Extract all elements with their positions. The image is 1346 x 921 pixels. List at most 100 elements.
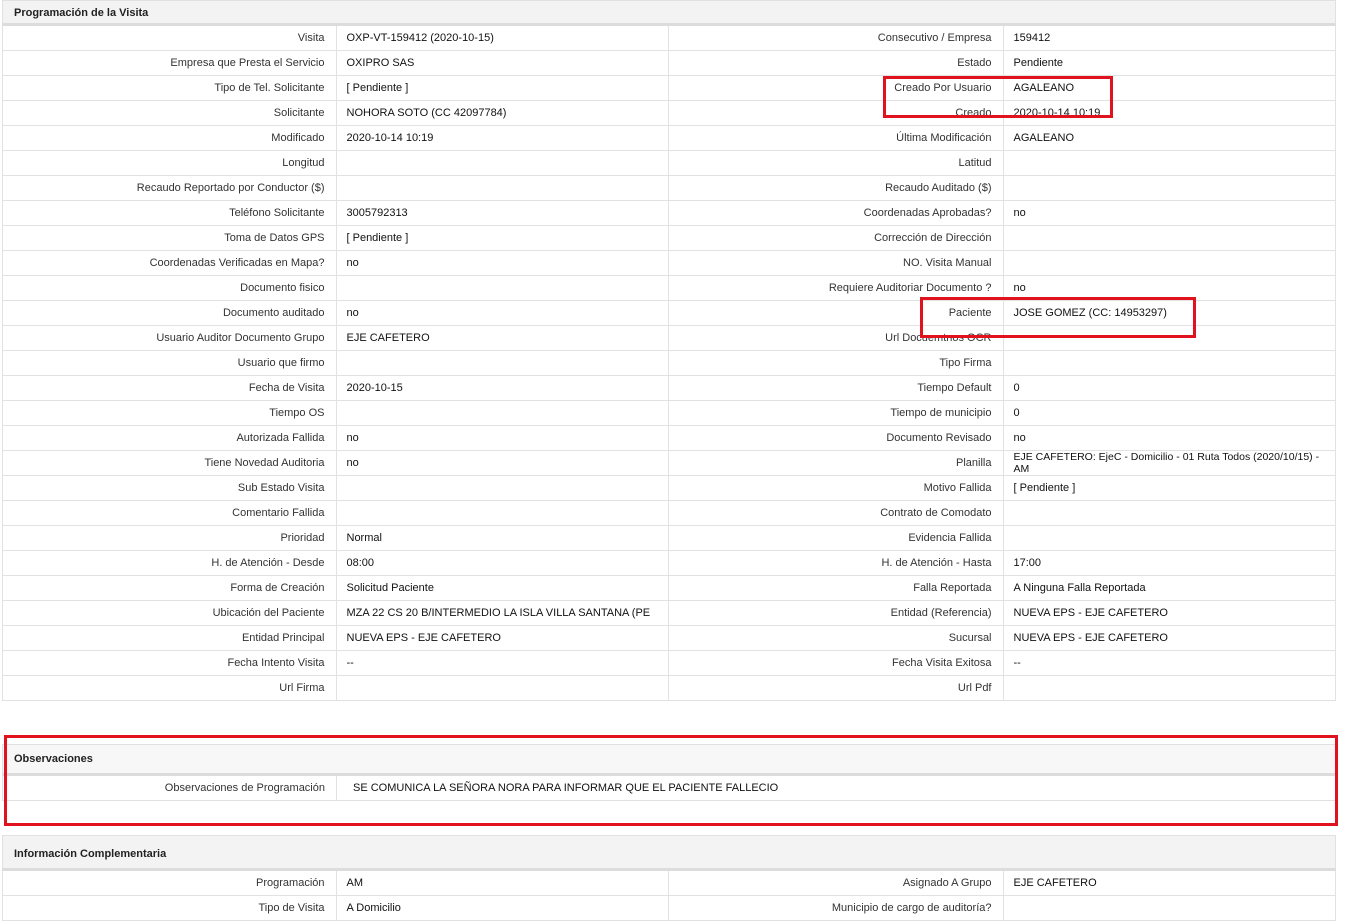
field-label: H. de Atención - Desde xyxy=(3,551,336,575)
field-value xyxy=(335,401,669,425)
observaciones-panel: Observaciones Observaciones de Programac… xyxy=(2,744,1336,801)
field-label: Tiempo OS xyxy=(3,401,336,425)
field-value xyxy=(1002,151,1336,175)
field-label: Teléfono Solicitante xyxy=(3,201,336,225)
field-label: Toma de Datos GPS xyxy=(3,226,336,250)
field-label: Visita xyxy=(3,26,336,50)
field-label: Estado xyxy=(957,57,992,69)
table-row: Solicitante NOHORA SOTO (CC 42097784) Crea… xyxy=(3,101,1335,126)
table-row: Ubicación del Paciente MZA 22 CS 20 B/INT… xyxy=(3,601,1335,626)
field-label: Longitud xyxy=(3,151,336,175)
field-label: Asignado A Grupo xyxy=(902,877,992,889)
field-label: Corrección de Dirección xyxy=(874,232,992,244)
field-label: Sucursal xyxy=(948,632,992,644)
field-label: Fecha Intento Visita xyxy=(3,651,336,675)
field-value: NUEVA EPS - EJE CAFETERO xyxy=(1002,601,1336,625)
field-label: Prioridad xyxy=(3,526,336,550)
field-value: AGALEANO xyxy=(1002,126,1336,150)
field-value xyxy=(1002,526,1336,550)
field-label: H. de Atención - Hasta xyxy=(881,557,992,569)
field-label: Usuario Auditor Documento Grupo xyxy=(3,326,336,350)
field-label: Entidad (Referencia) xyxy=(890,607,992,619)
table-row: Teléfono Solicitante 3005792313 Coordenada… xyxy=(3,201,1335,226)
table-row: Autorizada Fallida no Documento Revisado no xyxy=(3,426,1335,451)
field-label: Recaudo Reportado por Conductor ($) xyxy=(3,176,336,200)
table-row: Tipo de Tel. Solicitante[ Pendiente ] Cre… xyxy=(3,76,1335,101)
field-label: Fecha de Visita xyxy=(3,376,336,400)
complementaria-grid: Programación AM Asignado A Grupo EJE CAFETE… xyxy=(2,871,1336,921)
field-value xyxy=(1002,251,1336,275)
table-row: Prioridad Normal Evidencia Fallida xyxy=(3,526,1335,551)
field-value: 0 xyxy=(1002,401,1336,425)
programacion-grid: Visita OXP-VT-159412 (2020-10-15) Consecut… xyxy=(2,26,1336,701)
table-row: Sub Estado Visita Motivo Fallida [ Pendien… xyxy=(3,476,1335,501)
observaciones-label: Observaciones de Programación xyxy=(164,782,325,794)
field-value: 08:00 xyxy=(335,551,669,575)
field-value: no xyxy=(335,301,669,325)
field-value: no xyxy=(335,426,669,450)
table-row: Tipo de Visita A Domicilio Municipio de ca… xyxy=(3,896,1335,921)
field-label: Programación xyxy=(3,871,336,895)
table-row: Tiempo OS Tiempo de municipio 0 xyxy=(3,401,1335,426)
section-title-complementaria: Información Complementaria xyxy=(2,835,1336,871)
field-value: OXP-VT-159412 (2020-10-15) xyxy=(335,26,669,50)
field-value: NOHORA SOTO (CC 42097784) xyxy=(335,101,669,125)
field-label: Creado Por Usuario xyxy=(894,82,992,94)
field-label: Forma de Creación xyxy=(3,576,336,600)
table-row: Recaudo Reportado por Conductor ($) Recau… xyxy=(3,176,1335,201)
field-value: AGALEANO xyxy=(1002,76,1336,100)
table-row: Documento fisico Requiere Auditoriar Docu… xyxy=(3,276,1335,301)
field-label: Recaudo Auditado ($) xyxy=(885,182,992,194)
field-label: Documento fisico xyxy=(3,276,336,300)
field-value: 17:00 xyxy=(1002,551,1336,575)
programacion-panel: Programación de la Visita Visita OXP-VT-1… xyxy=(2,0,1336,701)
field-value xyxy=(335,276,669,300)
table-row: Longitud Latitud xyxy=(3,151,1335,176)
table-row: Empresa que Presta el Servicio OXIPRO SAS… xyxy=(3,51,1335,76)
field-value: no xyxy=(1002,201,1336,225)
field-label: Tiempo de municipio xyxy=(890,407,992,419)
table-row: Documento auditado no Paciente JOSE GOMEZ (… xyxy=(3,301,1335,326)
field-value xyxy=(335,176,669,200)
field-label: Creado xyxy=(955,107,992,119)
table-row: Fecha Intento Visita -- Fecha Visita Exito… xyxy=(3,651,1335,676)
field-value xyxy=(1002,176,1336,200)
field-value: Pendiente xyxy=(1002,51,1336,75)
table-row: Coordenadas Verificadas en Mapa? no NO. Vi… xyxy=(3,251,1335,276)
field-value: [ Pendiente ] xyxy=(335,76,669,100)
section-title-programacion: Programación de la Visita xyxy=(2,0,1336,26)
field-value: 3005792313 xyxy=(335,201,669,225)
section-title-observaciones: Observaciones xyxy=(2,744,1336,776)
field-label: Latitud xyxy=(958,157,992,169)
table-row: Modificado 2020-10-14 10:19 Última Modific… xyxy=(3,126,1335,151)
table-row: Usuario Auditor Documento Grupo EJE CAFET… xyxy=(3,326,1335,351)
field-label: Entidad Principal xyxy=(3,626,336,650)
field-value: NUEVA EPS - EJE CAFETERO xyxy=(1002,626,1336,650)
field-value: no xyxy=(1002,426,1336,450)
table-row: Visita OXP-VT-159412 (2020-10-15) Consecut… xyxy=(3,26,1335,51)
field-label: Fecha Visita Exitosa xyxy=(892,657,992,669)
field-label: NO. Visita Manual xyxy=(903,257,992,269)
field-label: Última Modificación xyxy=(896,132,992,144)
field-label: Municipio de cargo de auditoría? xyxy=(831,902,992,914)
field-label: Evidencia Fallida xyxy=(908,532,992,544)
field-value: Normal xyxy=(335,526,669,550)
field-value: no xyxy=(1002,276,1336,300)
informacion-complementaria-panel: Información Complementaria Programación A… xyxy=(2,835,1336,921)
table-row: Usuario que firmo Tipo Firma xyxy=(3,351,1335,376)
field-label: Planilla xyxy=(956,457,992,469)
field-value xyxy=(335,351,669,375)
field-value: 159412 xyxy=(1002,26,1336,50)
field-value xyxy=(335,676,669,700)
field-label: Usuario que firmo xyxy=(3,351,336,375)
field-label: Contrato de Comodato xyxy=(880,507,992,519)
observaciones-value: SE COMUNICA LA SEÑORA NORA PARA INFORMAR… xyxy=(336,776,1335,800)
field-value xyxy=(335,501,669,525)
field-value xyxy=(1002,226,1336,250)
field-label: Sub Estado Visita xyxy=(3,476,336,500)
field-label: Tipo Firma xyxy=(939,357,992,369)
field-label: Tipo de Visita xyxy=(3,896,336,920)
field-value xyxy=(1002,326,1336,350)
table-row: Toma de Datos GPS[ Pendiente ] Corrección… xyxy=(3,226,1335,251)
field-value: OXIPRO SAS xyxy=(335,51,669,75)
